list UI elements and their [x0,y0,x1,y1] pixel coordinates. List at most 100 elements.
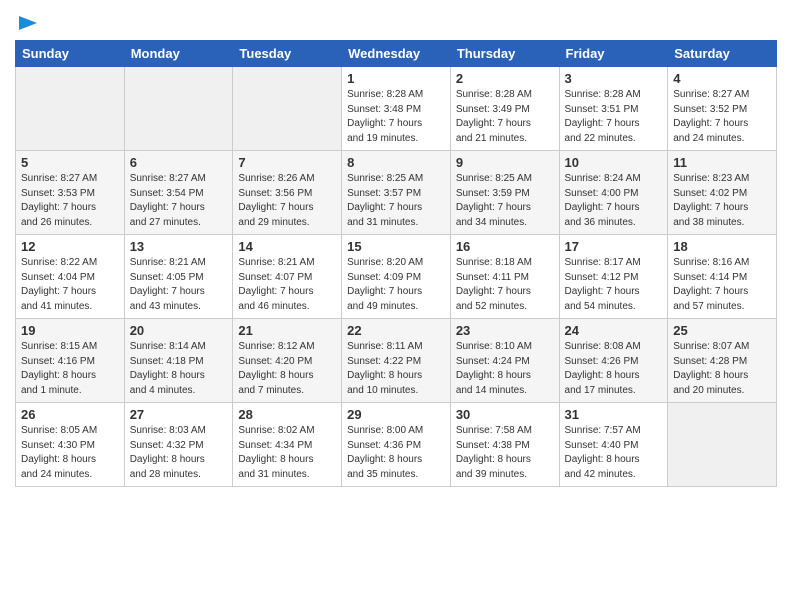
day-number: 31 [565,407,663,422]
day-number: 14 [238,239,336,254]
day-info: Sunrise: 7:58 AM Sunset: 4:38 PM Dayligh… [456,424,554,482]
calendar-cell: 19 Sunrise: 8:15 AM Sunset: 4:16 PM Dayli… [16,319,125,403]
logo-icon [17,12,39,34]
calendar-cell: 13 Sunrise: 8:21 AM Sunset: 4:05 PM Dayli… [124,235,233,319]
calendar-cell [16,67,125,151]
calendar-cell: 11 Sunrise: 8:23 AM Sunset: 4:02 PM Dayli… [668,151,777,235]
day-number: 5 [21,155,119,170]
calendar-cell [124,67,233,151]
calendar-week-row: 19 Sunrise: 8:15 AM Sunset: 4:16 PM Dayli… [16,319,777,403]
calendar-cell: 22Sunrise: 8:11 AM Sunset: 4:22 PM Dayli… [342,319,451,403]
calendar-cell: 7 Sunrise: 8:26 AM Sunset: 3:56 PM Daylig… [233,151,342,235]
calendar-cell: 15 Sunrise: 8:20 AM Sunset: 4:09 PM Dayli… [342,235,451,319]
calendar-week-row: 1 Sunrise: 8:28 AM Sunset: 3:48 PM Daylig… [16,67,777,151]
day-number: 24 [565,323,663,338]
day-number: 2 [456,71,554,86]
day-number: 29 [347,407,445,422]
day-info: Sunrise: 8:02 AM Sunset: 4:34 PM Dayligh… [238,424,336,482]
day-number: 13 [130,239,228,254]
day-number: 18 [673,239,771,254]
calendar-cell [668,403,777,487]
day-info: Sunrise: 8:28 AM Sunset: 3:51 PM Dayligh… [565,88,663,146]
calendar-table: SundayMondayTuesdayWednesdayThursdayFrid… [15,40,777,487]
calendar-cell: 29Sunrise: 8:00 AM Sunset: 4:36 PM Dayli… [342,403,451,487]
day-number: 4 [673,71,771,86]
day-number: 19 [21,323,119,338]
calendar-cell: 31 Sunrise: 7:57 AM Sunset: 4:40 PM Dayli… [559,403,668,487]
day-info: Sunrise: 8:10 AM Sunset: 4:24 PM Dayligh… [456,340,554,398]
day-info: Sunrise: 8:15 AM Sunset: 4:16 PM Dayligh… [21,340,119,398]
calendar-week-row: 26Sunrise: 8:05 AM Sunset: 4:30 PM Dayli… [16,403,777,487]
day-number: 7 [238,155,336,170]
calendar-cell: 20 Sunrise: 8:14 AM Sunset: 4:18 PM Dayli… [124,319,233,403]
day-info: Sunrise: 8:17 AM Sunset: 4:12 PM Dayligh… [565,256,663,314]
day-info: Sunrise: 8:22 AM Sunset: 4:04 PM Dayligh… [21,256,119,314]
day-number: 20 [130,323,228,338]
calendar-cell: 14 Sunrise: 8:21 AM Sunset: 4:07 PM Dayli… [233,235,342,319]
day-number: 6 [130,155,228,170]
day-info: Sunrise: 7:57 AM Sunset: 4:40 PM Dayligh… [565,424,663,482]
day-of-week-header: Wednesday [342,41,451,67]
day-info: Sunrise: 8:24 AM Sunset: 4:00 PM Dayligh… [565,172,663,230]
calendar-cell: 21Sunrise: 8:12 AM Sunset: 4:20 PM Dayli… [233,319,342,403]
day-info: Sunrise: 8:28 AM Sunset: 3:49 PM Dayligh… [456,88,554,146]
day-number: 11 [673,155,771,170]
calendar-cell: 9Sunrise: 8:25 AM Sunset: 3:59 PM Daylig… [450,151,559,235]
day-of-week-header: Saturday [668,41,777,67]
calendar-cell: 18Sunrise: 8:16 AM Sunset: 4:14 PM Dayli… [668,235,777,319]
day-of-week-header: Tuesday [233,41,342,67]
day-info: Sunrise: 8:23 AM Sunset: 4:02 PM Dayligh… [673,172,771,230]
day-number: 12 [21,239,119,254]
day-number: 16 [456,239,554,254]
day-info: Sunrise: 8:18 AM Sunset: 4:11 PM Dayligh… [456,256,554,314]
page-header [15,10,777,34]
day-of-week-header: Sunday [16,41,125,67]
calendar-cell: 24Sunrise: 8:08 AM Sunset: 4:26 PM Dayli… [559,319,668,403]
day-of-week-header: Thursday [450,41,559,67]
day-number: 30 [456,407,554,422]
day-of-week-header: Monday [124,41,233,67]
calendar-cell: 4 Sunrise: 8:27 AM Sunset: 3:52 PM Daylig… [668,67,777,151]
day-info: Sunrise: 8:28 AM Sunset: 3:48 PM Dayligh… [347,88,445,146]
day-info: Sunrise: 8:25 AM Sunset: 3:59 PM Dayligh… [456,172,554,230]
day-number: 10 [565,155,663,170]
day-number: 1 [347,71,445,86]
calendar-cell: 16 Sunrise: 8:18 AM Sunset: 4:11 PM Dayli… [450,235,559,319]
day-number: 27 [130,407,228,422]
calendar-week-row: 12 Sunrise: 8:22 AM Sunset: 4:04 PM Dayli… [16,235,777,319]
day-number: 15 [347,239,445,254]
day-info: Sunrise: 8:20 AM Sunset: 4:09 PM Dayligh… [347,256,445,314]
calendar-cell: 8Sunrise: 8:25 AM Sunset: 3:57 PM Daylig… [342,151,451,235]
day-number: 17 [565,239,663,254]
day-number: 25 [673,323,771,338]
logo [15,10,39,34]
day-info: Sunrise: 8:11 AM Sunset: 4:22 PM Dayligh… [347,340,445,398]
day-info: Sunrise: 8:21 AM Sunset: 4:05 PM Dayligh… [130,256,228,314]
calendar-cell: 12 Sunrise: 8:22 AM Sunset: 4:04 PM Dayli… [16,235,125,319]
calendar-cell: 27 Sunrise: 8:03 AM Sunset: 4:32 PM Dayli… [124,403,233,487]
calendar-cell: 26Sunrise: 8:05 AM Sunset: 4:30 PM Dayli… [16,403,125,487]
day-number: 23 [456,323,554,338]
day-info: Sunrise: 8:14 AM Sunset: 4:18 PM Dayligh… [130,340,228,398]
calendar-cell: 10 Sunrise: 8:24 AM Sunset: 4:00 PM Dayli… [559,151,668,235]
day-info: Sunrise: 8:26 AM Sunset: 3:56 PM Dayligh… [238,172,336,230]
calendar-header-row: SundayMondayTuesdayWednesdayThursdayFrid… [16,41,777,67]
day-info: Sunrise: 8:03 AM Sunset: 4:32 PM Dayligh… [130,424,228,482]
calendar-cell: 2 Sunrise: 8:28 AM Sunset: 3:49 PM Daylig… [450,67,559,151]
day-info: Sunrise: 8:21 AM Sunset: 4:07 PM Dayligh… [238,256,336,314]
day-info: Sunrise: 8:07 AM Sunset: 4:28 PM Dayligh… [673,340,771,398]
day-info: Sunrise: 8:27 AM Sunset: 3:54 PM Dayligh… [130,172,228,230]
day-info: Sunrise: 8:27 AM Sunset: 3:53 PM Dayligh… [21,172,119,230]
calendar-cell: 30 Sunrise: 7:58 AM Sunset: 4:38 PM Dayli… [450,403,559,487]
day-info: Sunrise: 8:05 AM Sunset: 4:30 PM Dayligh… [21,424,119,482]
calendar-week-row: 5 Sunrise: 8:27 AM Sunset: 3:53 PM Daylig… [16,151,777,235]
calendar-cell: 5 Sunrise: 8:27 AM Sunset: 3:53 PM Daylig… [16,151,125,235]
day-number: 28 [238,407,336,422]
calendar-cell: 28 Sunrise: 8:02 AM Sunset: 4:34 PM Dayli… [233,403,342,487]
calendar-cell: 23 Sunrise: 8:10 AM Sunset: 4:24 PM Dayli… [450,319,559,403]
day-info: Sunrise: 8:27 AM Sunset: 3:52 PM Dayligh… [673,88,771,146]
day-info: Sunrise: 8:12 AM Sunset: 4:20 PM Dayligh… [238,340,336,398]
calendar-cell [233,67,342,151]
calendar-cell: 3Sunrise: 8:28 AM Sunset: 3:51 PM Daylig… [559,67,668,151]
day-number: 8 [347,155,445,170]
